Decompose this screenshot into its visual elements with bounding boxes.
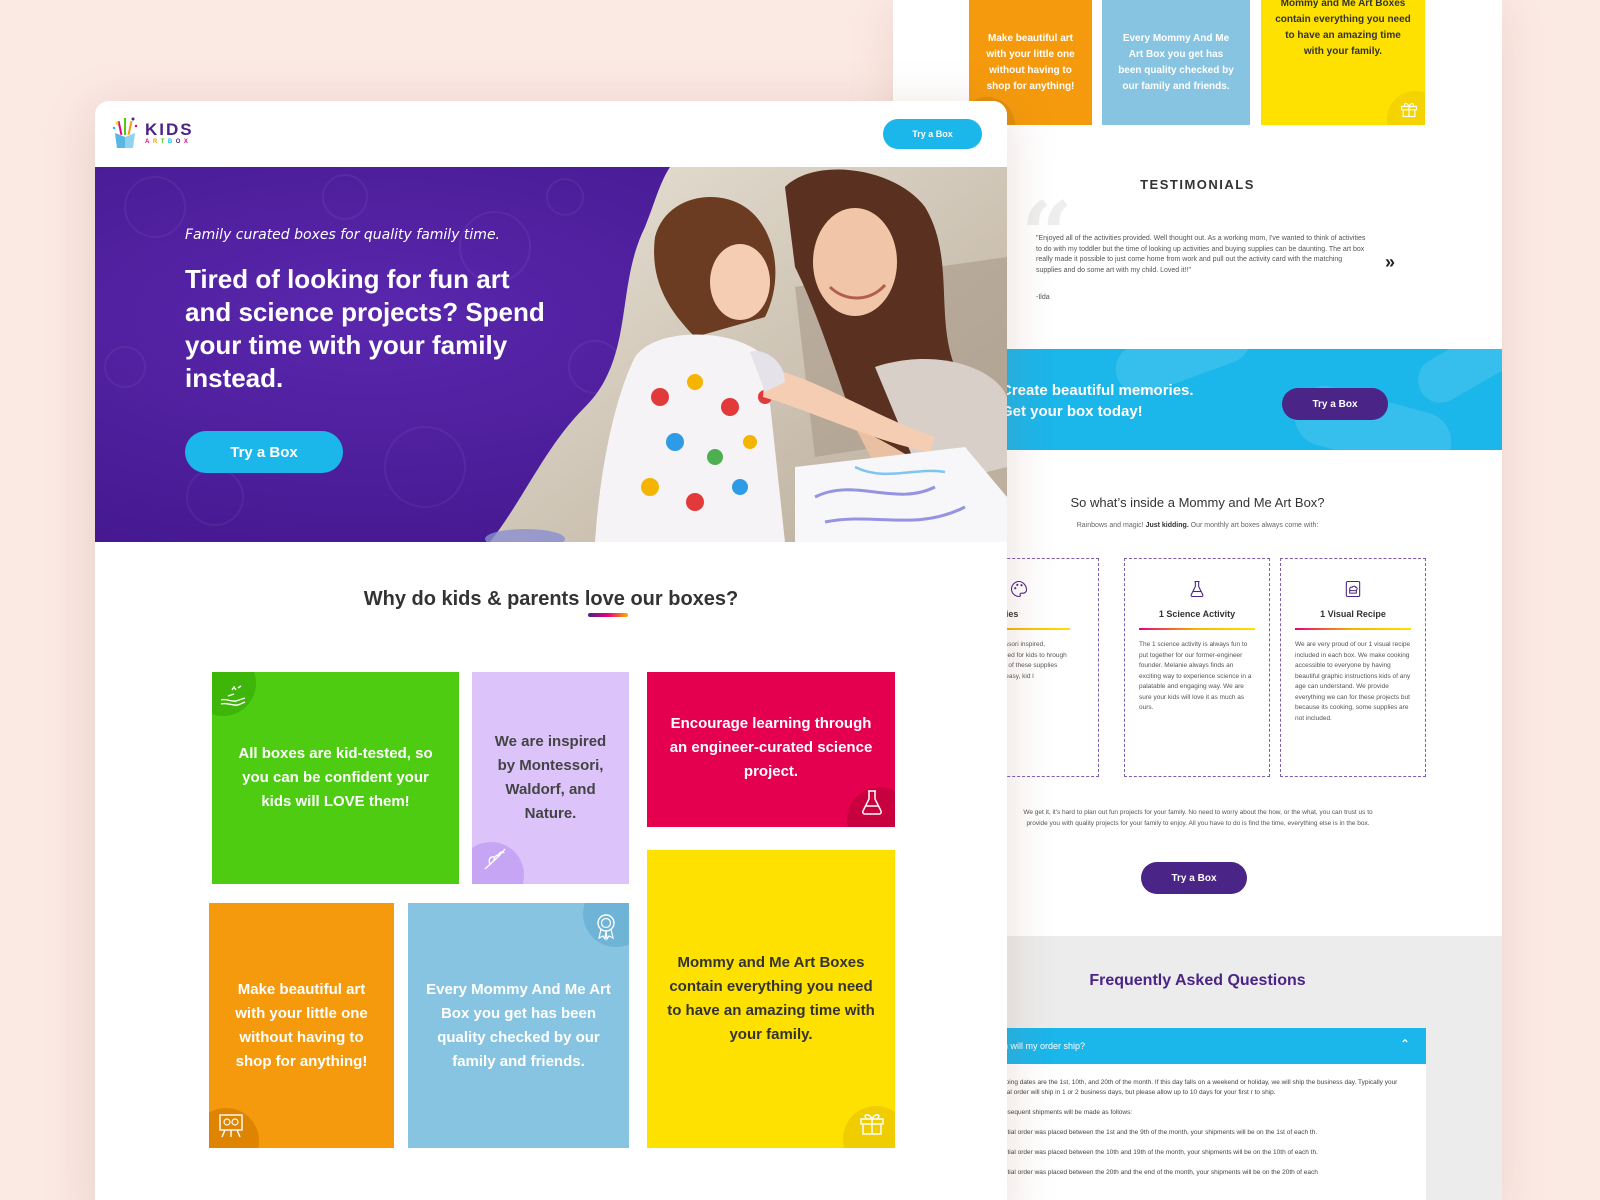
logo-artbox-text: ARTBOX <box>145 139 194 145</box>
title-underline-decoration <box>588 613 628 617</box>
why-tile-quality-checked: Every Mommy And Me Art Box you get has b… <box>408 903 629 1148</box>
flask-icon <box>1190 580 1204 598</box>
why-tile-everything-you-need: Mommy and Me Art Boxes contain everythin… <box>647 850 895 1148</box>
faq-answer: hipping dates are the 1st, 10th, and 20t… <box>993 1064 1426 1200</box>
why-tile-kid-tested: All boxes are kid-tested, so you can be … <box>212 672 459 884</box>
why-tile-science: Encourage learning through an engineer-c… <box>647 672 895 827</box>
inside-sub-pre: Rainbows and magic! <box>1076 522 1146 529</box>
why-tile-text: Mommy and Me Art Boxes contain everythin… <box>667 954 875 1043</box>
testimonial-quote: "Enjoyed all of the activities provided.… <box>1036 235 1366 274</box>
faq-answer-paragraph: r initial order was placed between the 1… <box>997 1129 1318 1136</box>
testimonial-author: -Ilda <box>1036 294 1050 301</box>
faq-answer-paragraph: r initial order was placed between the 2… <box>997 1169 1318 1176</box>
why-tile-inspired: We are inspired by Montessori, Waldorf, … <box>472 672 629 884</box>
easel-icon <box>219 1114 243 1138</box>
hero-tagline: Family curated boxes for quality family … <box>185 227 501 243</box>
cta-band: Create beautiful memories. Get your box … <box>993 349 1502 450</box>
recipe-icon <box>1345 580 1361 598</box>
site-header: KIDS ARTBOX Try a Box <box>95 101 1007 167</box>
feature-card-divider <box>1295 628 1411 630</box>
logo-letter: X <box>183 139 192 145</box>
faq-answer-paragraph: hipping dates are the 1st, 10th, and 20t… <box>997 1079 1398 1096</box>
inside-sub-bold: Just kidding. <box>1145 522 1189 529</box>
brush-decoration <box>1409 349 1502 411</box>
front-page-preview: KIDS ARTBOX Try a Box Family curated box… <box>95 101 1007 1200</box>
back-tile-everything: Mommy and Me Art Boxes contain everythin… <box>1261 0 1425 125</box>
back-tile-quality-text: Every Mommy And Me Art Box you get has b… <box>1118 32 1234 92</box>
logo-kids-text: KIDS <box>145 120 194 139</box>
box-icon <box>1400 103 1418 118</box>
logo-letter: O <box>175 139 184 145</box>
award-icon <box>597 914 615 941</box>
palette-icon <box>1011 580 1028 598</box>
hero-section: Family curated boxes for quality family … <box>95 167 1007 542</box>
why-tile-text: We are inspired by Montessori, Waldorf, … <box>494 733 607 822</box>
feature-card-body: We are very proud of our 1 visual recipe… <box>1295 641 1411 722</box>
why-tile-text: All boxes are kid-tested, so you can be … <box>238 745 433 810</box>
faq-answer-paragraph: r initial order was placed between the 1… <box>997 1149 1318 1156</box>
inside-sub-post: Our monthly art boxes always come with: <box>1188 522 1319 529</box>
inside-try-box-button[interactable]: Try a Box <box>1141 862 1247 894</box>
why-section-title: Why do kids & parents love our boxes? <box>363 588 739 610</box>
logo-letter: B <box>167 139 176 145</box>
logo[interactable]: KIDS ARTBOX <box>111 115 194 151</box>
why-tile-text: Every Mommy And Me Art Box you get has b… <box>426 980 611 1070</box>
logo-wordmark: KIDS ARTBOX <box>145 121 194 145</box>
hero-try-box-button[interactable]: Try a Box <box>185 431 343 473</box>
feature-card-title: 1 Visual Recipe <box>1320 609 1386 619</box>
cta-band-try-box-button[interactable]: Try a Box <box>1282 388 1388 420</box>
hands-icon <box>220 685 246 706</box>
leaf-icon <box>484 848 506 870</box>
box-icon <box>860 1114 884 1135</box>
cta-band-line-1: Create beautiful memories. <box>1001 382 1194 399</box>
header-try-box-button[interactable]: Try a Box <box>883 119 982 149</box>
feature-card-recipe: 1 Visual Recipe We are very proud of our… <box>1280 558 1426 777</box>
testimonial-next-icon[interactable]: » <box>1385 252 1395 273</box>
cta-band-text: Create beautiful memories. Get your box … <box>1001 380 1194 422</box>
faq-answer-paragraph: subsequent shipments will be made as fol… <box>997 1109 1133 1116</box>
feature-card-body: The 1 science activity is always fun to … <box>1139 641 1252 711</box>
feature-card-title: 1 Science Activity <box>1158 609 1236 619</box>
feature-card-science: 1 Science Activity The 1 science activit… <box>1124 558 1270 777</box>
why-tile-make-art: Make beautiful art with your little one … <box>209 903 394 1148</box>
logo-letter: T <box>160 139 168 145</box>
hero-headline: Tired of looking for fun art and science… <box>185 264 545 393</box>
inside-closing-text: We get it, it's hard to plan out fun pro… <box>1023 809 1373 827</box>
back-tile-art-text: Make beautiful art with your little one … <box>986 32 1075 92</box>
faq-question-text: en will my order ship? <box>998 1041 1086 1051</box>
art-box-logo-icon <box>112 117 138 148</box>
flask-icon <box>862 790 882 815</box>
back-tile-everything-text: Mommy and Me Art Boxes contain everythin… <box>1275 0 1411 57</box>
logo-letter: A <box>145 139 153 145</box>
why-tile-text: Encourage learning through an engineer-c… <box>669 715 873 780</box>
logo-letter: R <box>152 139 161 145</box>
why-tile-text: Make beautiful art with your little one … <box>235 980 368 1070</box>
back-tile-quality: Every Mommy And Me Art Box you get has b… <box>1102 0 1250 125</box>
faq-question-shipping[interactable]: en will my order ship? ⌃ <box>993 1028 1426 1064</box>
chevron-up-icon[interactable]: ⌃ <box>1400 1037 1410 1051</box>
cta-band-line-2: Get your box today! <box>1001 403 1143 420</box>
feature-card-divider <box>1139 628 1255 630</box>
